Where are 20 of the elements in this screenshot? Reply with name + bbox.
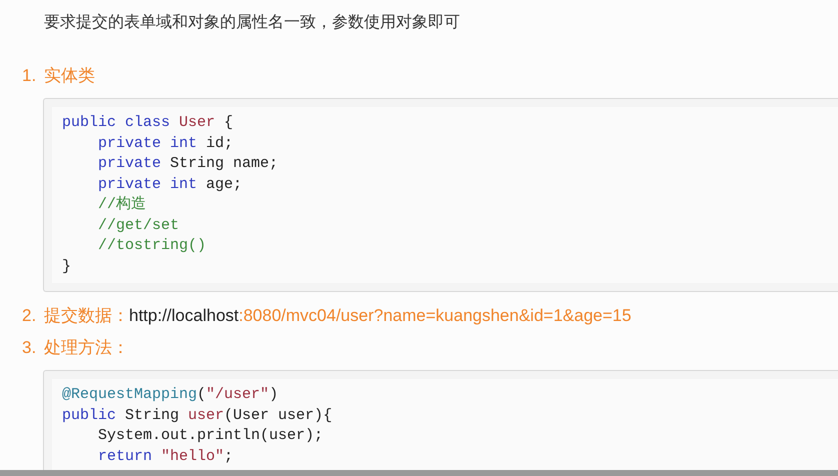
code-line: private int id; xyxy=(97,134,234,154)
url-text: http://localhost:8080/mvc04/user?name=kuangshen&id=1&age=15 xyxy=(129,305,632,327)
section-heading: 实体类 xyxy=(44,65,95,87)
list-number: 1. xyxy=(22,65,38,87)
code-line: } xyxy=(62,256,72,276)
code-line: private int age; xyxy=(97,174,242,194)
code-line: //get/set xyxy=(97,216,180,236)
list-number: 2. xyxy=(22,305,38,327)
code-line: //tostring() xyxy=(97,236,206,256)
list-number: 3. xyxy=(22,337,38,359)
code-line: public class User { xyxy=(62,113,234,133)
section-heading: 处理方法： xyxy=(44,337,129,359)
code-line: @RequestMapping("/user") xyxy=(62,385,278,405)
section-heading: 提交数据： xyxy=(44,305,129,327)
code-line: public String user(User user){ xyxy=(62,406,332,426)
code-line: System.out.println(user); xyxy=(97,426,324,446)
code-line: //构造 xyxy=(97,195,146,215)
code-line: return "hello"; xyxy=(97,446,234,466)
intro-paragraph: 要求提交的表单域和对象的属性名一致，参数使用对象即可 xyxy=(44,12,460,33)
code-line: private String name; xyxy=(97,154,278,174)
